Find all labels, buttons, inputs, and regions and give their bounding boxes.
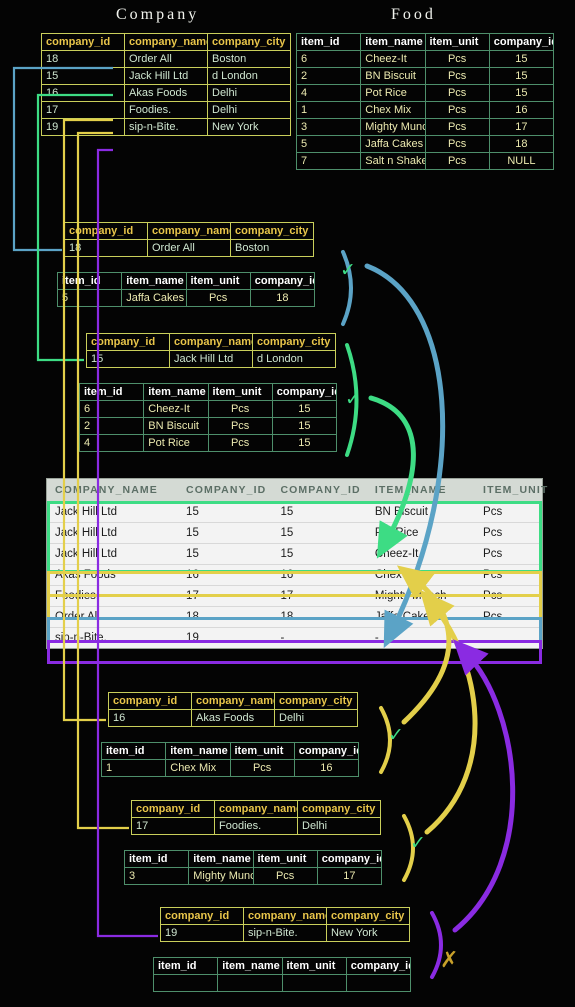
match-mark-akas-foods: ✓ xyxy=(388,724,404,746)
arrow-sip-n-bite-to-result xyxy=(452,639,516,933)
arrow-order-all-to-result xyxy=(364,263,446,649)
connector-overlay: ✓ ✓ ✓ ✓ ✗ xyxy=(12,66,516,979)
arrow-akas-foods-to-result xyxy=(396,565,452,725)
match-mark-foodies: ✓ xyxy=(410,832,426,854)
connector-sip-n-bite xyxy=(96,148,158,938)
connector-akas-foods xyxy=(62,118,113,722)
match-mark-jack-hill: ✓ xyxy=(345,388,361,410)
connector-foodies xyxy=(76,131,129,830)
diagram-canvas: Company Food company_id company_name compa… xyxy=(0,0,575,1007)
match-mark-order-all: ✓ xyxy=(340,259,356,281)
match-mark-sip-n-bite: ✗ xyxy=(440,948,458,973)
arrow-jack-hill-to-result xyxy=(368,395,416,559)
connector-jack-hill xyxy=(36,93,113,362)
